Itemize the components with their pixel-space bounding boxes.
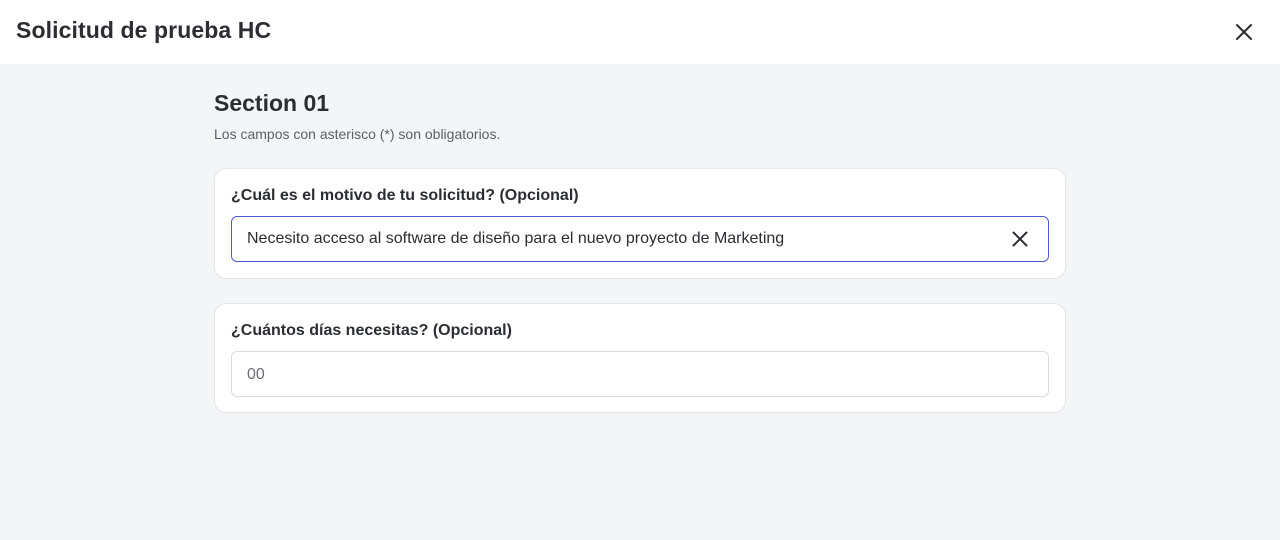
question-card-days: ¿Cuántos días necesitas? (Opcional) 00 [214,303,1066,413]
reason-input-value: Necesito acceso al software de diseño pa… [247,230,785,247]
clear-input-button[interactable] [1007,226,1033,252]
dialog-title: Solicitud de prueba HC [16,17,272,43]
days-input-placeholder: 00 [247,366,265,383]
question-card-reason: ¿Cuál es el motivo de tu solicitud? (Opc… [214,168,1066,279]
close-icon [1012,231,1028,247]
section-title: Section 01 [214,90,330,116]
close-button[interactable] [1228,16,1260,48]
question-label: ¿Cuántos días necesitas? (Opcional) [231,322,512,339]
section-subtitle: Los campos con asterisco (*) son obligat… [214,126,501,142]
close-icon [1236,24,1252,40]
reason-input[interactable]: Necesito acceso al software de diseño pa… [231,216,1049,262]
dialog-header: Solicitud de prueba HC [0,0,1280,64]
question-label: ¿Cuál es el motivo de tu solicitud? (Opc… [231,187,579,204]
days-input[interactable]: 00 [231,351,1049,397]
